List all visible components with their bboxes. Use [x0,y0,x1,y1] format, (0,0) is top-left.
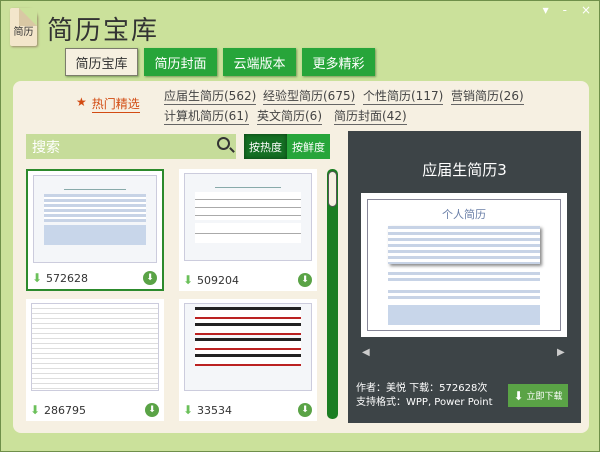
resume-thumbnail [184,303,312,391]
download-arrow-icon: ⬇ [183,273,194,287]
detail-title: 应届生简历3 [422,161,507,179]
menu-dropdown-icon[interactable]: ▾ [543,3,549,17]
author-info: 作者：美悦 下载：572628次 [356,383,488,394]
download-now-label: 立即下载 [526,392,563,402]
download-count: 572628 [46,272,88,285]
download-count: 286795 [44,404,86,417]
app-window: 简历 简历宝库 ▾ - × 简历宝库 简历封面 云端版本 更多精彩 ★ 热门精选 … [0,0,600,452]
category-link[interactable]: 英文简历(6) [257,109,322,125]
hot-picks-link[interactable]: ★ 热门精选 [76,95,140,113]
download-arrow-icon: ⬇ [32,271,43,285]
resume-card[interactable]: ⬇ 33534 ⬇ [179,299,317,421]
resume-thumbnail [31,303,159,391]
category-link[interactable]: 应届生简历(562) [164,89,257,105]
download-count: 509204 [197,274,239,287]
download-icon: ⬇ [513,388,524,403]
search-placeholder: 搜索 [32,140,60,156]
category-link[interactable]: 简历封面(42) [334,109,407,125]
scrollbar-thumb[interactable] [328,171,337,207]
supported-formats: 支持格式：WPP, Power Point [356,397,493,408]
download-button[interactable]: ⬇ [298,273,312,287]
download-arrow-icon: ⬇ [30,403,41,417]
close-icon[interactable]: × [581,3,591,17]
previous-arrow-icon[interactable]: ◀ [362,347,370,358]
tab-cloud-version[interactable]: 云端版本 [223,48,296,76]
detail-panel: 应届生简历3 个人简历 ◀ ▶ 作者：美悦 下载：572628次 支持格式：WP… [348,131,581,423]
sort-by-popularity-button[interactable]: 按热度 [244,134,287,159]
tab-resume-library[interactable]: 简历宝库 [65,48,138,76]
app-title: 简历宝库 [47,16,160,46]
download-button[interactable]: ⬇ [145,403,159,417]
tab-more[interactable]: 更多精彩 [302,48,375,76]
resume-thumbnail [33,175,157,263]
download-now-button[interactable]: ⬇ 立即下载 [508,384,568,407]
detail-preview: 个人简历 [361,193,567,337]
star-icon: ★ [76,95,87,109]
search-icon[interactable] [217,137,230,150]
download-button[interactable]: ⬇ [143,271,157,285]
category-link[interactable]: 个性简历(117) [363,89,444,105]
category-link[interactable]: 营销简历(26) [451,89,524,105]
resume-card[interactable]: ⬇ 286795 ⬇ [26,299,164,421]
sort-by-freshness-button[interactable]: 按鲜度 [287,134,330,159]
minimize-icon[interactable]: - [563,3,567,17]
next-arrow-icon[interactable]: ▶ [557,347,565,358]
resume-card[interactable]: ⬇ 509204 ⬇ [179,169,317,291]
category-link[interactable]: 经验型简历(675) [263,89,356,105]
tab-resume-cover[interactable]: 简历封面 [144,48,217,76]
download-arrow-icon: ⬇ [183,403,194,417]
download-count: 33534 [197,404,232,417]
app-logo: 简历 [10,8,37,46]
scrollbar[interactable] [327,169,338,419]
download-button[interactable]: ⬇ [298,403,312,417]
category-link[interactable]: 计算机简历(61) [164,109,249,125]
resume-thumbnail [184,173,312,261]
search-input[interactable]: 搜索 [26,134,236,159]
hot-picks-label: 热门精选 [91,97,140,113]
preview-heading: 个人简历 [442,208,486,221]
resume-card[interactable]: ⬇ 572628 ⬇ [26,169,164,291]
